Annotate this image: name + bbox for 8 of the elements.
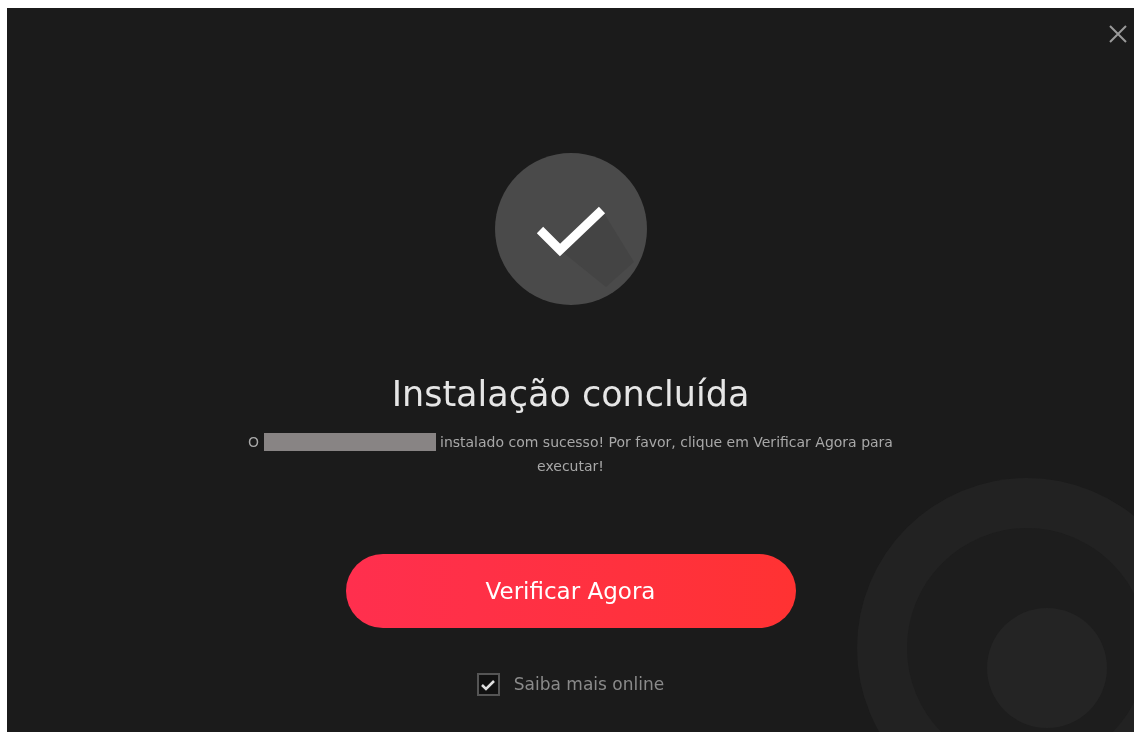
verify-now-button[interactable]: Verificar Agora — [345, 554, 796, 628]
checkmark-icon — [493, 152, 648, 306]
checkbox-label[interactable]: Saiba mais online — [513, 672, 665, 698]
close-icon — [1109, 25, 1127, 43]
dialog-title: Instalação concluída — [391, 373, 750, 416]
checkbox[interactable] — [476, 673, 500, 697]
success-message: O instalado com sucesso! Por favor, clique em Verificar Agora para executar! — [247, 431, 894, 476]
check-icon — [481, 678, 496, 691]
